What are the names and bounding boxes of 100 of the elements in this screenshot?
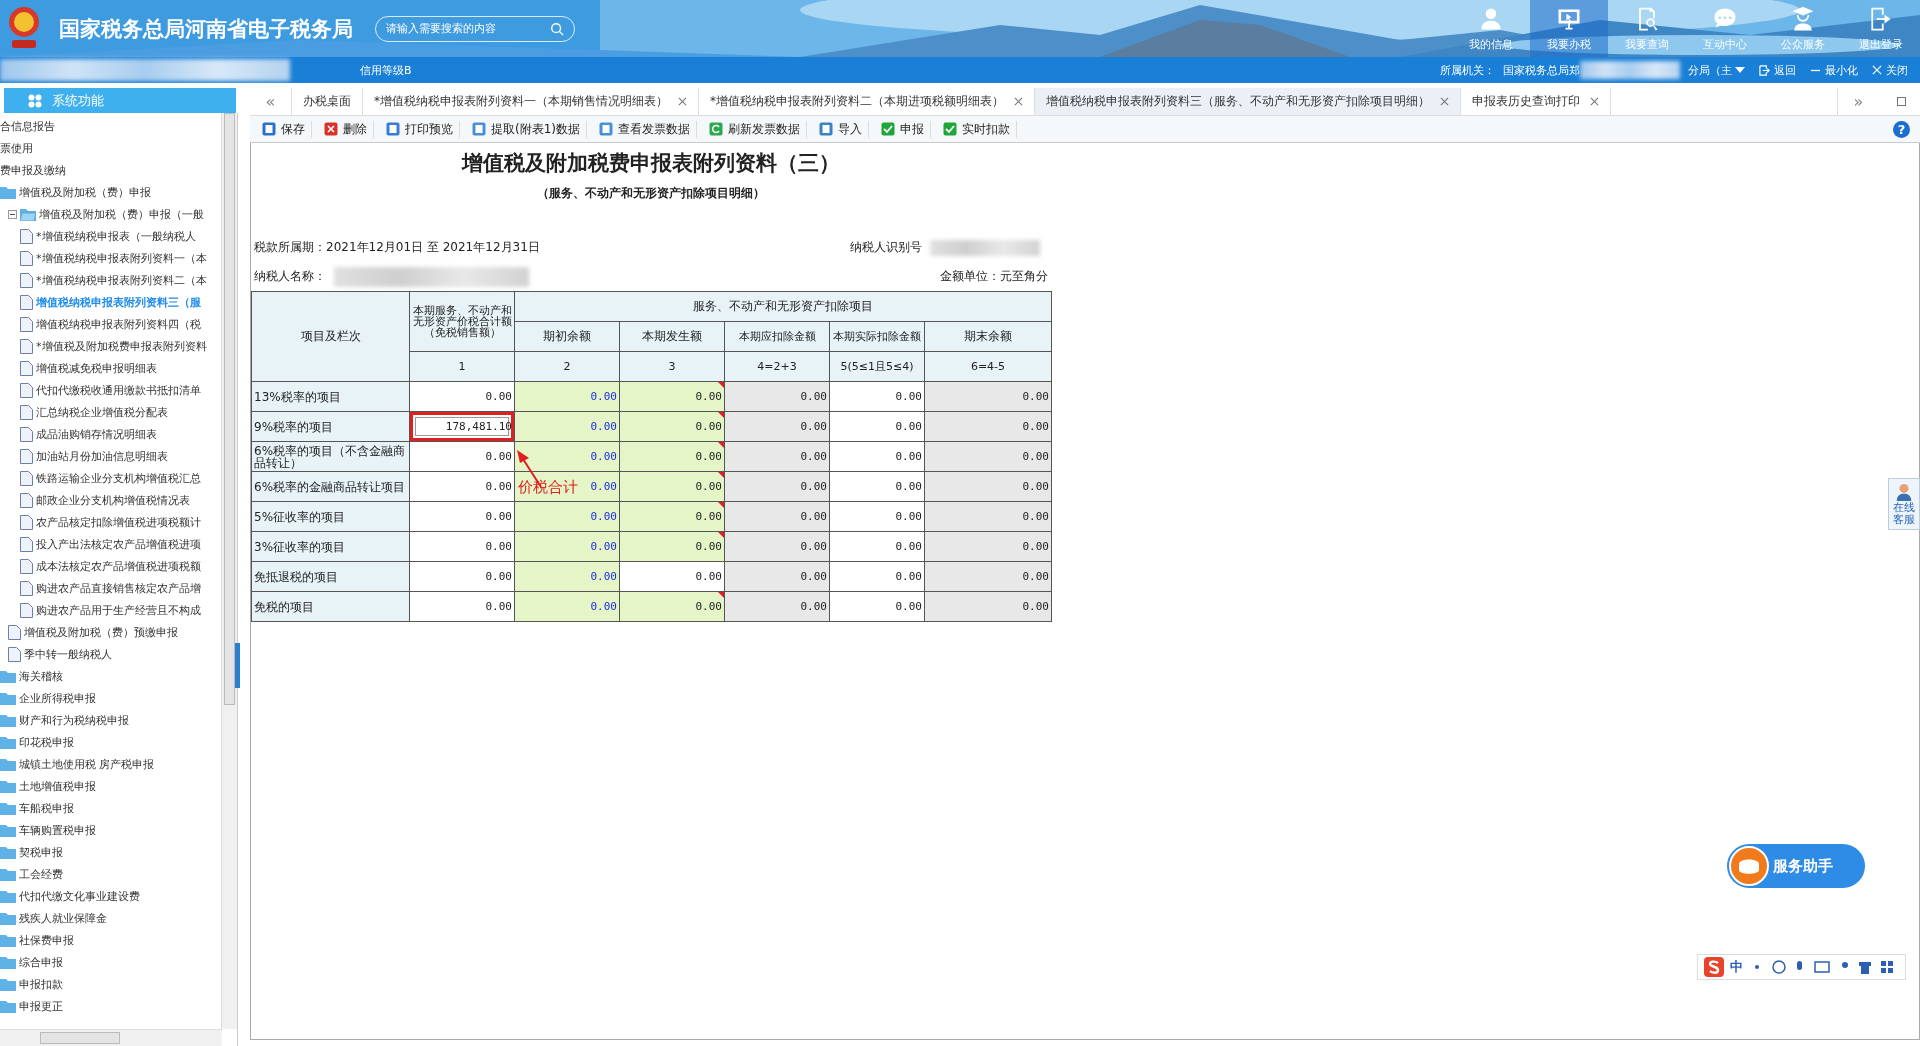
tree-item[interactable]: *增值税纳税申报表（一般纳税人 [36,228,196,244]
scrollbar[interactable] [221,113,237,1029]
toolbar-button[interactable]: 保存 [256,120,312,138]
input-cell[interactable]: 0.00 [409,441,515,472]
input-cell[interactable]: 0.00 [514,411,620,442]
toolbar-button[interactable]: 提取(附表1)数据 [466,120,587,138]
tree-item[interactable]: 财产和行为税纳税申报 [19,712,129,728]
caret-icon[interactable] [1735,67,1745,73]
input-cell[interactable]: 0.00 [514,501,620,532]
tree-item[interactable]: *增值税纳税申报表附列资料一（本 [36,250,207,266]
tree-item[interactable]: 增值税及附加税（费）申报 [19,184,151,200]
close-icon[interactable] [1590,97,1599,106]
tree-item[interactable]: 成本法核定农产品增值税进项税额 [36,558,201,574]
help-icon[interactable]: ? [1893,120,1910,138]
nav-item[interactable]: 我的信息 [1452,0,1530,57]
tree-item[interactable]: 车船税申报 [19,800,74,816]
online-support-button[interactable]: 在线客服 [1888,478,1920,530]
input-cell[interactable]: 0.00 [409,591,515,622]
toolbar-button[interactable]: 查看发票数据 [593,120,697,138]
ime-toolbar[interactable]: 中 [1697,954,1906,980]
tree-item[interactable]: 车辆购置税申报 [19,822,96,838]
input-cell[interactable]: 178,481.10 [409,411,515,442]
tree-item[interactable]: 综合申报 [19,954,63,970]
tree-item[interactable]: 印花税申报 [19,734,74,750]
header-action[interactable]: 最小化 [1810,62,1858,78]
tree-item[interactable]: 代扣代缴文化事业建设费 [19,888,140,904]
input-cell[interactable]: 0.00 [619,441,725,472]
table-cell: 0.00 [724,531,830,562]
tree-item[interactable]: 残疾人就业保障金 [19,910,107,926]
tree-item[interactable]: 购进农产品直接销售核定农产品增 [36,580,201,596]
input-cell[interactable]: 0.00 [619,501,725,532]
scrollbar[interactable] [0,1029,222,1046]
input-cell[interactable]: 0.00 [619,411,725,442]
tree-item[interactable]: *增值税纳税申报表附列资料二（本 [36,272,207,288]
tree-item[interactable]: 增值税及附加税（费）预缴申报 [24,624,178,640]
collapse-handle[interactable] [235,643,240,688]
tree-item[interactable]: 代扣代缴税收通用缴款书抵扣清单 [36,382,201,398]
tree-item[interactable]: 汇总纳税企业增值税分配表 [36,404,168,420]
header-action[interactable]: 关闭 [1872,62,1908,78]
tree-item[interactable]: 农产品核定扣除增值税进项税额计 [36,514,201,530]
header-action[interactable]: 返回 [1759,62,1796,78]
input-cell[interactable]: 0.00 [409,531,515,562]
search-field[interactable]: 请输入需要搜索的内容 [375,15,575,42]
folder-icon [0,889,16,903]
tree-item[interactable]: 购进农产品用于生产经营且不构成 [36,602,201,618]
tree-item[interactable]: 增值税纳税申报表附列资料四（税 [36,316,201,332]
tree-item[interactable]: 成品油购销存情况明细表 [36,426,157,442]
close-icon[interactable] [678,97,687,106]
maximize-icon[interactable] [1897,97,1906,106]
table-cell: 0.00 [724,561,830,592]
toolbar-button[interactable]: 删除 [318,120,374,138]
tree-item[interactable]: 合信息报告 [0,118,55,134]
toolbar-button[interactable]: 刷新发票数据 [703,120,807,138]
toolbar-button[interactable]: 打印预览 [380,120,460,138]
input-cell[interactable]: 0.00 [619,531,725,562]
tree-item[interactable]: 城镇土地使用税 房产税申报 [19,756,155,772]
tree-item[interactable]: 铁路运输企业分支机构增值税汇总 [36,470,201,486]
tree-item[interactable]: 邮政企业分支机构增值税情况表 [36,492,190,508]
input-cell[interactable]: 0.00 [514,531,620,562]
row-label: 13%税率的项目 [251,381,410,412]
input-cell[interactable]: 0.00 [619,471,725,502]
tree-item[interactable]: 加油站月份加油信息明细表 [36,448,168,464]
tab[interactable]: 增值税纳税申报表附列资料三（服务、不动产和无形资产扣除项目明细） [1035,88,1461,115]
close-icon[interactable] [1440,97,1449,106]
input-cell[interactable]: 0.00 [409,471,515,502]
tree-item[interactable]: 工会经费 [19,866,63,882]
input-cell[interactable]: 0.00 [409,501,515,532]
sidebar-title: 系统功能 [52,91,104,110]
tree-item[interactable]: 海关稽核 [19,668,63,684]
tree-item[interactable]: *增值税及附加税费申报表附列资料 [36,338,207,354]
toolbar-button[interactable]: 申报 [875,120,931,138]
tree-item[interactable]: 申报扣款 [19,976,63,992]
close-icon [1872,65,1882,75]
folder-icon [0,977,16,991]
tree-item[interactable]: 增值税纳税申报表附列资料三（服 [36,294,201,310]
input-cell[interactable]: 0.00 [514,381,620,412]
tree-item[interactable]: 社保费申报 [19,932,74,948]
tree-item[interactable]: 费申报及缴纳 [0,162,66,178]
toolbar-button[interactable]: 导入 [813,120,869,138]
input-cell[interactable]: 0.00 [409,561,515,592]
tree-item[interactable]: 申报更正 [19,998,63,1014]
tree-item[interactable]: 增值税减免税申报明细表 [36,360,157,376]
input-cell[interactable]: 0.00 [409,381,515,412]
search-icon[interactable] [550,21,564,36]
tree-item[interactable]: 企业所得税申报 [19,690,96,706]
input-cell[interactable]: 0.00 [619,381,725,412]
close-icon[interactable] [1014,97,1023,106]
input-cell[interactable]: 0.00 [514,561,620,592]
toolbar-button[interactable]: 实时扣款 [937,120,1017,138]
open-folder-icon [20,207,36,221]
input-cell[interactable]: 价税合计 0.00 [514,471,620,502]
tree-item[interactable]: 契税申报 [19,844,63,860]
input-cell[interactable]: 0.00 [619,591,725,622]
tree-item[interactable]: 季中转一般纳税人 [24,646,112,662]
input-cell[interactable]: 0.00 [514,591,620,622]
tree-item[interactable]: 投入产出法核定农产品增值税进项 [36,536,201,552]
collapse-toggle[interactable] [8,209,17,219]
tree-item[interactable]: 土地增值税申报 [19,778,96,794]
tree-item[interactable]: 票使用 [0,140,33,156]
tree-item[interactable]: 增值税及附加税（费）申报（一般 [39,206,204,222]
